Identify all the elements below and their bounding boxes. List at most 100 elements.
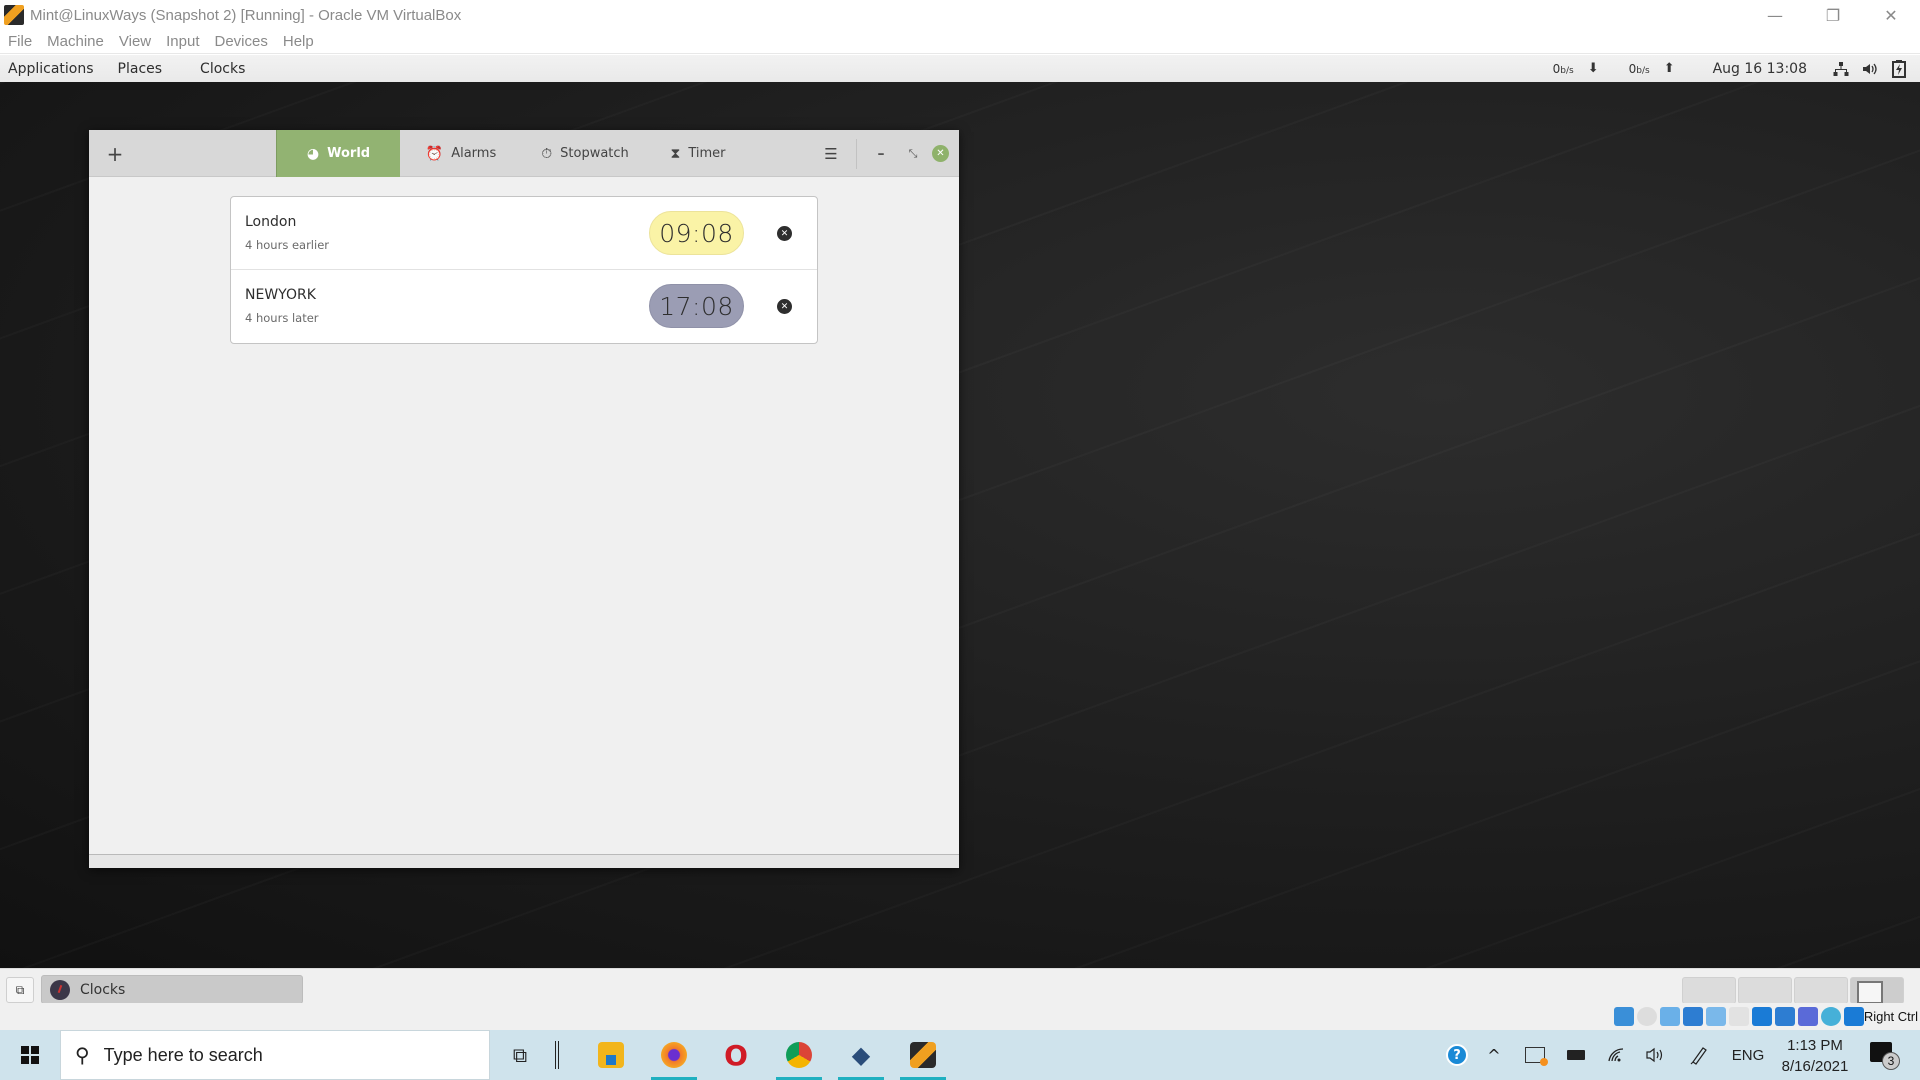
world-clock-list: London 4 hours earlier 09:08 ✕ NEWYORK 4… (230, 196, 818, 344)
system-clock[interactable]: 1:13 PM 8/16/2021 (1770, 1035, 1860, 1077)
clock-time: 1:13 PM (1787, 1037, 1843, 1054)
close-button[interactable]: ✕ (1862, 0, 1920, 30)
display-icon[interactable] (1752, 1007, 1772, 1026)
taskbar-app-virtualbox-vm[interactable] (897, 1030, 949, 1080)
audio-icon[interactable] (1660, 1007, 1680, 1026)
search-icon: ⚲ (75, 1043, 90, 1067)
time-offset: 4 hours earlier (245, 238, 330, 252)
tab-alarms-label: Alarms (451, 146, 497, 161)
remove-clock-button[interactable]: ✕ (777, 299, 792, 314)
opera-icon: O (724, 1038, 748, 1072)
virtualbox-logo-icon (4, 5, 24, 25)
menu-help[interactable]: Help (283, 33, 314, 50)
battery-icon[interactable] (1891, 59, 1907, 78)
clocks-minimize-button[interactable]: – (870, 143, 892, 165)
workspace-1[interactable] (1682, 977, 1736, 1004)
tab-stopwatch-label: Stopwatch (560, 146, 629, 161)
windows-logo-icon (21, 1046, 39, 1064)
mouse-integration-icon[interactable] (1821, 1007, 1841, 1026)
stopwatch-icon: ⏱ (541, 145, 553, 162)
mint-bottom-panel: ⧉ Clocks (0, 968, 1920, 1004)
clocks-headerbar: + ◕ World ⏰ Alarms ⏱ Stopwatch ⧗ Timer ☰… (89, 130, 959, 177)
cpu-icon[interactable] (1798, 1007, 1818, 1026)
task-view-button[interactable]: ⧉ (494, 1030, 546, 1080)
workspace-3[interactable] (1794, 977, 1848, 1004)
shared-folders-icon[interactable] (1729, 1007, 1749, 1026)
workspace-4[interactable] (1850, 977, 1904, 1004)
clocks-app-menu[interactable]: Clocks (200, 61, 245, 77)
taskbar-app-chrome[interactable] (773, 1030, 825, 1080)
tab-timer[interactable]: ⧗ Timer (648, 130, 748, 177)
menu-input[interactable]: Input (166, 33, 199, 50)
minimize-button[interactable]: — (1746, 0, 1804, 30)
panel-datetime[interactable]: Aug 16 13:08 (1713, 61, 1807, 77)
city-name: NEWYORK (245, 287, 316, 303)
network-icon[interactable] (1833, 61, 1849, 77)
usb-icon[interactable] (1706, 1007, 1726, 1026)
taskbar-item-clocks[interactable]: Clocks (41, 975, 303, 1004)
clocks-app-icon (50, 979, 70, 1000)
time-offset: 4 hours later (245, 311, 319, 325)
menu-devices[interactable]: Devices (215, 33, 268, 50)
clocks-maximize-button[interactable]: ⤡ (902, 143, 924, 165)
taskbar-app-opera[interactable]: O (710, 1030, 762, 1080)
battery-tray-icon[interactable] (1562, 1030, 1590, 1080)
windows-taskbar: ⚲ Type here to search ⧉ O ◆ ? ^ ENG 1:13… (0, 1030, 1920, 1080)
hamburger-menu-icon[interactable]: ☰ (819, 142, 843, 166)
tab-alarms[interactable]: ⏰ Alarms (400, 130, 522, 177)
taskbar-app-file-explorer[interactable] (585, 1030, 637, 1080)
menu-view[interactable]: View (119, 33, 151, 50)
help-tray-item[interactable]: ? (1442, 1030, 1472, 1080)
workspace-2[interactable] (1738, 977, 1792, 1004)
file-explorer-icon (598, 1042, 624, 1068)
pen-workspace-icon[interactable] (1685, 1030, 1713, 1080)
clocks-window: + ◕ World ⏰ Alarms ⏱ Stopwatch ⧗ Timer ☰… (89, 130, 959, 868)
video-capture-icon[interactable] (1775, 1007, 1795, 1026)
task-view-icon: ⧉ (512, 1043, 528, 1067)
mint-top-panel: Applications Places Clocks 0b/s ⬇ 0b/s ⬆… (0, 55, 1920, 82)
host-key-label: Right Ctrl (1863, 1009, 1918, 1024)
virtualbox-manager-icon: ◆ (851, 1041, 871, 1069)
start-button[interactable] (0, 1030, 60, 1080)
taskbar-search-box[interactable]: ⚲ Type here to search (60, 1030, 490, 1080)
speaker-icon[interactable] (1641, 1030, 1669, 1080)
places-menu[interactable]: Places (118, 61, 163, 77)
network-adapter-icon[interactable] (1683, 1007, 1703, 1026)
tab-world[interactable]: ◕ World (276, 130, 400, 177)
upload-arrow-icon: ⬆ (1663, 61, 1675, 76)
menu-file[interactable]: File (8, 33, 32, 50)
window-title: Mint@LinuxWays (Snapshot 2) [Running] - … (30, 6, 462, 24)
menu-machine[interactable]: Machine (47, 33, 104, 50)
world-clock-row[interactable]: NEWYORK 4 hours later 17:08 ✕ (231, 270, 817, 343)
notification-count-badge: 3 (1882, 1052, 1900, 1070)
firefox-icon (661, 1042, 687, 1068)
tab-stopwatch[interactable]: ⏱ Stopwatch (522, 130, 648, 177)
show-hidden-icons-button[interactable]: ^ (1482, 1030, 1506, 1080)
world-clock-row[interactable]: London 4 hours earlier 09:08 ✕ (231, 197, 817, 270)
taskbar-app-firefox[interactable] (648, 1030, 700, 1080)
time-display: 09:08 (649, 211, 744, 255)
applications-menu[interactable]: Applications (8, 61, 94, 77)
language-indicator[interactable]: ENG (1728, 1030, 1768, 1080)
remove-clock-button[interactable]: ✕ (777, 226, 792, 241)
show-desktop-button[interactable]: ⧉ (6, 977, 34, 1003)
net-upload-speed: 0b/s (1628, 61, 1650, 76)
volume-icon[interactable] (1862, 61, 1878, 77)
restore-button[interactable]: ❐ (1804, 0, 1862, 30)
net-download-speed: 0b/s (1552, 61, 1574, 76)
globe-icon: ◕ (306, 145, 320, 162)
hard-disk-icon[interactable] (1614, 1007, 1634, 1026)
help-icon: ? (1446, 1044, 1468, 1066)
tab-world-label: World (327, 146, 371, 161)
time-display: 17:08 (649, 284, 744, 328)
taskbar-app-virtualbox[interactable]: ◆ (835, 1030, 887, 1080)
wifi-icon[interactable] (1602, 1030, 1630, 1080)
optical-drive-icon[interactable] (1637, 1007, 1657, 1026)
update-tray-icon[interactable] (1520, 1030, 1550, 1080)
add-world-clock-button[interactable]: + (103, 142, 127, 166)
keyboard-capture-icon[interactable] (1844, 1007, 1864, 1026)
taskbar-divider (540, 1030, 574, 1080)
panel-status-area: 0b/s ⬇ 0b/s ⬆ Aug 16 13:08 (1553, 55, 1920, 82)
vbox-menubar: File Machine View Input Devices Help (0, 30, 1920, 54)
clocks-close-button[interactable]: ✕ (932, 145, 949, 162)
